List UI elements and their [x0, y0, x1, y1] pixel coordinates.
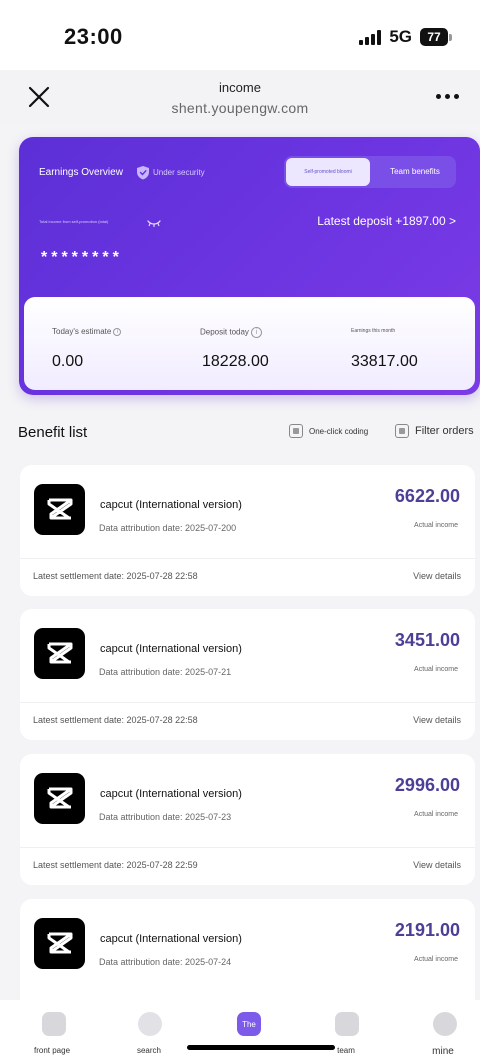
- divider: [20, 702, 475, 703]
- status-bar: 23:00 5G 77: [0, 0, 480, 70]
- home-indicator: [187, 1045, 335, 1050]
- income-icon: The: [237, 1012, 261, 1036]
- benefit-list-title: Benefit list: [18, 424, 88, 441]
- nav-bar: income shent.youpengw.com: [0, 70, 480, 124]
- info-icon[interactable]: i: [250, 327, 262, 338]
- one-click-coding-label: One-click coding: [309, 426, 369, 436]
- actual-income-label: Actual income: [414, 956, 458, 963]
- app-name: capcut (International version): [100, 643, 242, 655]
- view-details-link[interactable]: View details: [413, 571, 461, 581]
- filter-orders-button[interactable]: Filter orders: [395, 424, 474, 438]
- latest-deposit-link[interactable]: Latest deposit +1897.00 >: [317, 214, 456, 228]
- tab-team[interactable]: team: [306, 1000, 386, 1062]
- home-icon: [42, 1012, 66, 1036]
- capcut-logo-icon: [34, 918, 85, 969]
- attribution-date: Data attribution date: 2025-07-21: [99, 667, 232, 677]
- tab-search[interactable]: search: [109, 1000, 189, 1062]
- page-url: shent.youpengw.com: [171, 100, 309, 116]
- capcut-logo-icon: [34, 628, 85, 679]
- attribution-date: Data attribution date: 2025-07-23: [99, 812, 232, 822]
- team-icon: [335, 1012, 359, 1036]
- settlement-date: Latest settlement date: 2025-07-28 22:59: [33, 860, 198, 870]
- stat-value: 33817.00: [351, 353, 418, 370]
- stat-label: Earnings this month: [351, 328, 396, 334]
- earnings-type-toggle: Self-promoted bloomi Team benefits: [284, 156, 456, 188]
- actual-income-amount: 2191.00: [394, 920, 460, 940]
- more-options-button[interactable]: [432, 84, 462, 108]
- bottom-tab-bar: front page search The team mine: [0, 1000, 480, 1062]
- attribution-date: Data attribution date: 2025-07-200: [99, 523, 237, 533]
- tab-self-promoted[interactable]: Self-promoted bloomi: [286, 158, 370, 186]
- actual-income-label: Actual income: [414, 811, 458, 818]
- signal-icon: [359, 29, 382, 45]
- masked-total: ********: [41, 249, 123, 266]
- status-indicators: 5G 77: [359, 27, 452, 47]
- earnings-overview-card: Earnings Overview Under security Self-pr…: [19, 137, 480, 395]
- status-time: 23:00: [64, 24, 123, 49]
- tab-label: search: [136, 1046, 161, 1055]
- stat-label: Today's estimate: [52, 327, 112, 336]
- earnings-title: Earnings Overview: [39, 167, 123, 178]
- settlement-date: Latest settlement date: 2025-07-28 22:58: [33, 715, 198, 725]
- attribution-date: Data attribution date: 2025-07-24: [99, 957, 232, 967]
- info-icon[interactable]: i: [113, 327, 122, 336]
- tab-front-page[interactable]: front page: [12, 1000, 92, 1062]
- actual-income-amount: 2996.00: [394, 775, 460, 795]
- actual-income-amount: 6622.00: [394, 486, 460, 506]
- settlement-date: Latest settlement date: 2025-07-28 22:58: [33, 571, 198, 581]
- tab-team-benefits[interactable]: Team benefits: [374, 156, 456, 188]
- filter-icon: [395, 424, 409, 438]
- one-click-coding-button[interactable]: One-click coding: [289, 424, 368, 438]
- list-item[interactable]: capcut (International version) Data attr…: [20, 609, 475, 740]
- search-icon: [138, 1012, 162, 1036]
- battery-level: 77: [420, 28, 448, 46]
- stat-value: 0.00: [52, 353, 84, 370]
- coding-icon: [289, 424, 303, 438]
- filter-orders-label: Filter orders: [415, 425, 474, 437]
- stat-label: Deposit today: [200, 327, 249, 337]
- divider: [20, 558, 475, 559]
- actual-income-label: Actual income: [414, 666, 458, 673]
- view-details-link[interactable]: View details: [413, 715, 461, 725]
- profile-icon: [433, 1012, 457, 1036]
- earnings-stats: Today's estimate i 0.00 Deposit today i 18…: [24, 297, 475, 390]
- network-label: 5G: [389, 27, 412, 46]
- eye-hidden-icon[interactable]: [147, 219, 161, 228]
- divider: [20, 847, 475, 848]
- actual-income-label: Actual income: [414, 522, 458, 529]
- app-name: capcut (International version): [100, 788, 242, 800]
- view-details-link[interactable]: View details: [413, 860, 461, 870]
- tab-label: front page: [33, 1046, 71, 1055]
- tab-label: mine: [432, 1046, 454, 1057]
- app-name: capcut (International version): [100, 499, 242, 511]
- stat-value: 18228.00: [202, 353, 269, 370]
- capcut-logo-icon: [34, 773, 85, 824]
- shield-icon: [137, 166, 149, 180]
- capcut-logo-icon: [34, 484, 85, 535]
- page-title: income: [219, 80, 261, 95]
- actual-income-amount: 3451.00: [394, 630, 460, 650]
- list-item[interactable]: capcut (International version) Data attr…: [20, 754, 475, 885]
- total-income-caption: Total income from self-promotion (total): [39, 219, 109, 224]
- list-item[interactable]: capcut (International version) Data attr…: [20, 465, 475, 596]
- battery-icon: 77: [420, 28, 452, 46]
- security-label: Under security: [153, 168, 205, 177]
- app-name: capcut (International version): [100, 933, 242, 945]
- more-icon: [435, 93, 441, 99]
- tab-income[interactable]: The: [209, 1000, 289, 1062]
- tab-mine[interactable]: mine: [403, 1000, 480, 1062]
